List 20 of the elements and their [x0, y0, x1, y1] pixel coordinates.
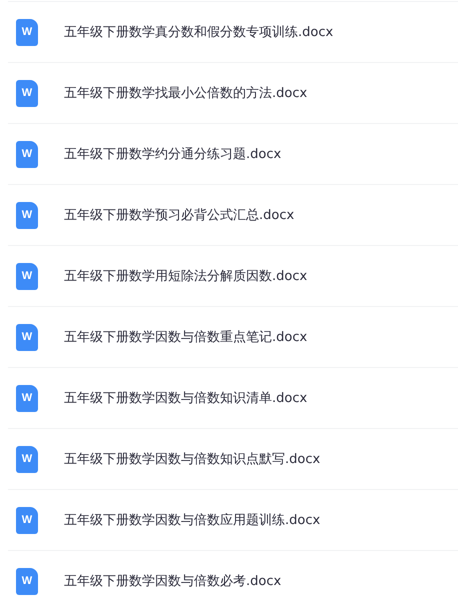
file-name[interactable]: 五年级下册数学因数与倍数重点笔记.docx	[64, 328, 308, 346]
word-document-icon: W	[16, 262, 38, 290]
word-document-icon: W	[16, 140, 38, 168]
file-name[interactable]: 五年级下册数学用短除法分解质因数.docx	[64, 267, 308, 285]
file-name[interactable]: 五年级下册数学找最小公倍数的方法.docx	[64, 84, 308, 102]
word-document-icon: W	[16, 80, 38, 106]
file-name[interactable]: 五年级下册数学因数与倍数应用题训练.docx	[64, 511, 320, 529]
word-document-icon: W	[16, 506, 38, 534]
word-document-icon: W	[16, 384, 38, 412]
word-document-icon: W	[16, 324, 38, 350]
file-name[interactable]: 五年级下册数学真分数和假分数专项训练.docx	[64, 23, 334, 41]
file-name[interactable]: 五年级下册数学因数与倍数知识清单.docx	[64, 389, 308, 407]
file-name[interactable]: 五年级下册数学因数与倍数知识点默写.docx	[64, 450, 320, 468]
word-document-icon: W	[16, 568, 38, 594]
word-document-icon: W	[16, 18, 38, 46]
file-name[interactable]: 五年级下册数学预习必背公式汇总.docx	[64, 206, 294, 224]
file-name[interactable]: 五年级下册数学约分通分练习题.docx	[64, 145, 282, 163]
word-document-icon: W	[16, 446, 38, 472]
file-name[interactable]: 五年级下册数学因数与倍数必考.docx	[64, 572, 282, 590]
word-document-icon: W	[16, 202, 38, 228]
